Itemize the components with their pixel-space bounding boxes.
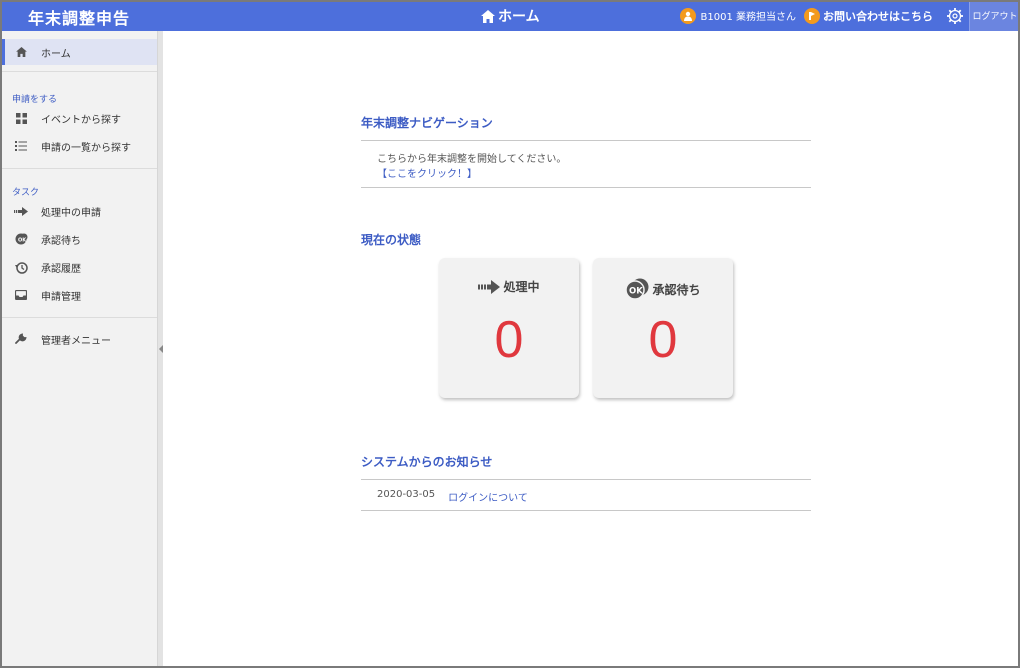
sidebar-item-label: 管理者メニュー: [41, 335, 111, 347]
sidebar-item-label: ホーム: [41, 48, 71, 60]
sidebar-item-request-list[interactable]: 申請の一覧から探す: [2, 133, 157, 159]
sidebar-divider: [2, 71, 157, 72]
sidebar-item-in-progress[interactable]: 処理中の申請: [2, 198, 157, 224]
sidebar-item-admin-menu[interactable]: 管理者メニュー: [2, 326, 157, 352]
section-divider: [361, 140, 811, 141]
contact-link[interactable]: お問い合わせはこちら: [804, 7, 933, 24]
arrow-right-icon: [14, 204, 28, 218]
sidebar-item-label: イベントから探す: [41, 114, 121, 126]
sidebar-item-label: 承認待ち: [41, 235, 81, 247]
sidebar: ホーム 申請をする イベントから探す 申請の一覧から探す タスク 処理中の申請 …: [2, 31, 157, 666]
ok-badge-icon: OK: [625, 278, 649, 300]
sidebar-item-request-management[interactable]: 申請管理: [2, 282, 157, 308]
status-card-awaiting-approval[interactable]: OK 承認待ち 0: [593, 258, 733, 398]
status-card-count: 0: [494, 311, 524, 369]
header-right: B1001 業務担当さん お問い合わせはこちら ログアウト: [679, 0, 1020, 31]
main-content: 年末調整ナビゲーション こちらから年末調整を開始してください。 【ここをクリック…: [163, 31, 1016, 666]
home-icon: [14, 45, 28, 59]
arrow-right-icon: [478, 279, 501, 294]
sidebar-item-label: 処理中の申請: [41, 207, 101, 219]
user-menu[interactable]: B1001 業務担当さん: [679, 7, 797, 24]
navigation-start-link[interactable]: 【ここをクリック！】: [377, 165, 477, 180]
gear-icon: [947, 7, 963, 24]
section-divider: [361, 510, 811, 511]
list-icon: [14, 139, 28, 153]
status-card-count: 0: [648, 311, 678, 369]
top-header: 年末調整申告 ホーム B1001 業務担当さん お問い合わせはこちら ログアウト: [0, 0, 1020, 31]
ok-badge-icon: OK: [14, 232, 28, 246]
sidebar-item-approval-history[interactable]: 承認履歴: [2, 254, 157, 280]
section-label-apply: 申請をする: [12, 95, 58, 105]
navigation-title: 年末調整ナビゲーション: [361, 116, 493, 130]
status-title: 現在の状態: [361, 233, 422, 247]
status-card-label: 処理中: [439, 278, 579, 295]
history-icon: [14, 260, 28, 274]
contact-icon: [804, 7, 820, 24]
section-divider: [361, 479, 811, 480]
status-card-in-progress[interactable]: 処理中 0: [439, 258, 579, 398]
svg-text:OK: OK: [629, 287, 643, 297]
sidebar-item-label: 承認履歴: [41, 263, 81, 275]
sidebar-item-events[interactable]: イベントから探す: [2, 105, 157, 131]
inbox-icon: [14, 288, 28, 302]
settings-button[interactable]: [943, 0, 967, 31]
section-label-task: タスク: [12, 188, 40, 198]
notice-item: 2020-03-05 ログインについて: [377, 489, 528, 504]
logout-button[interactable]: ログアウト: [969, 0, 1020, 31]
status-card-label: OK 承認待ち: [593, 278, 733, 300]
page-title-text: ホーム: [498, 9, 540, 25]
sidebar-item-awaiting-approval[interactable]: OK 承認待ち: [2, 226, 157, 252]
svg-text:OK: OK: [18, 238, 27, 244]
navigation-text: こちらから年末調整を開始してください。: [377, 154, 567, 165]
home-icon: [481, 9, 495, 23]
page-title: ホーム: [481, 6, 540, 26]
notices-title: システムからのお知らせ: [361, 455, 493, 469]
grid-icon: [14, 111, 28, 125]
user-label: B1001 業務担当さん: [700, 12, 797, 23]
notice-date: 2020-03-05: [377, 489, 436, 500]
sidebar-item-label: 申請管理: [41, 291, 81, 303]
sidebar-divider: [2, 317, 157, 318]
app-title[interactable]: 年末調整申告: [28, 5, 130, 29]
user-icon: [679, 7, 696, 24]
sidebar-item-home[interactable]: ホーム: [2, 39, 157, 65]
wrench-icon: [14, 332, 28, 346]
contact-label: お問い合わせはこちら: [823, 9, 933, 23]
sidebar-divider: [2, 168, 157, 169]
notice-link[interactable]: ログインについて: [448, 489, 528, 504]
section-divider: [361, 187, 811, 188]
sidebar-item-label: 申請の一覧から探す: [41, 142, 131, 154]
